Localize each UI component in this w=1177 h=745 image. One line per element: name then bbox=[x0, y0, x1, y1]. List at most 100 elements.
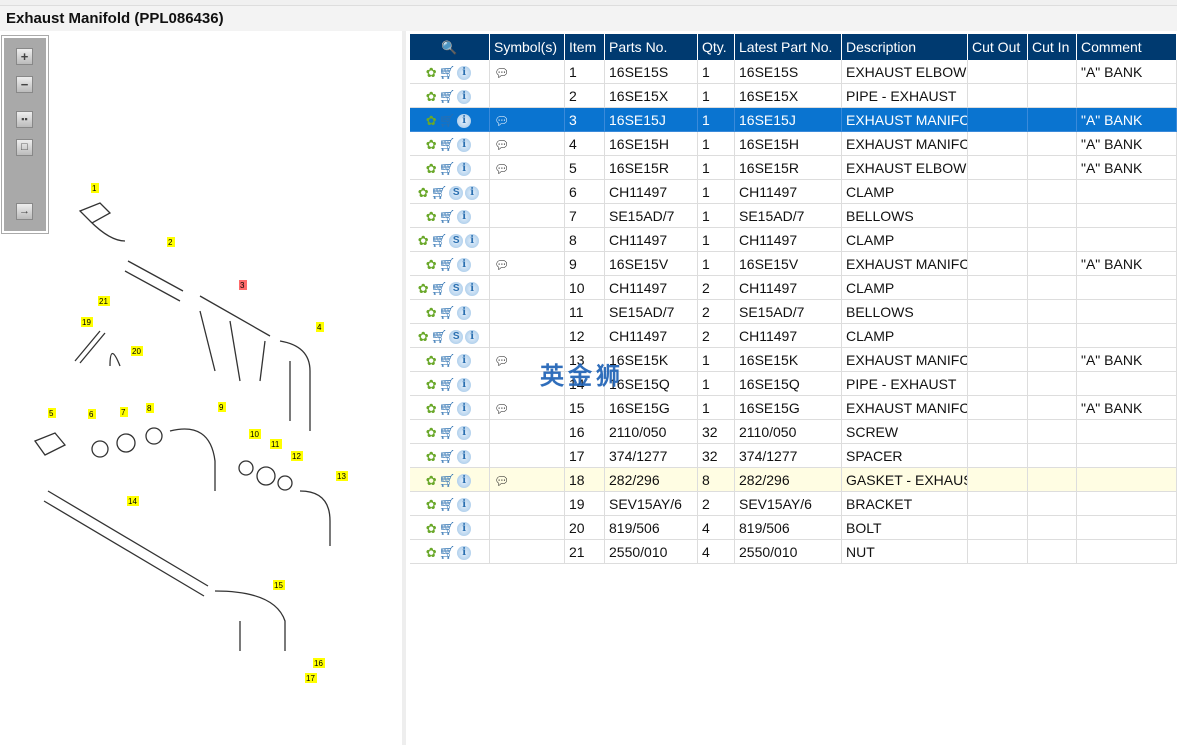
cart-icon[interactable]: 🛒︎ bbox=[439, 545, 456, 561]
s-icon[interactable]: S bbox=[449, 186, 464, 201]
callout[interactable]: 14 bbox=[127, 496, 139, 506]
info-icon[interactable]: i bbox=[457, 546, 472, 561]
table-row[interactable]: ✿ 🛒︎ i 💬︎ 15 16SE15G 1 16SE15G EXHAUST MAN… bbox=[410, 396, 1177, 420]
exploded-diagram[interactable]: 1 2 3 4 5 6 7 8 9 10 11 12 13 14 15 16 1… bbox=[0, 31, 404, 745]
info-icon[interactable]: i bbox=[457, 522, 472, 537]
table-row[interactable]: ✿ 🛒︎ Si 8 CH11497 1 CH11497 CLAMP bbox=[410, 228, 1177, 252]
gear-icon[interactable]: ✿ bbox=[418, 281, 429, 297]
s-icon[interactable]: S bbox=[449, 282, 464, 297]
info-icon[interactable]: i bbox=[457, 402, 472, 417]
callout[interactable]: 1 bbox=[91, 183, 99, 193]
table-row[interactable]: ✿ 🛒︎ Si 10 CH11497 2 CH11497 CLAMP bbox=[410, 276, 1177, 300]
table-row[interactable]: ✿ 🛒︎ i 💬︎ 13 16SE15K 1 16SE15K EXHAUST MAN… bbox=[410, 348, 1177, 372]
gear-icon[interactable]: ✿ bbox=[426, 137, 437, 153]
cart-icon[interactable]: 🛒︎ bbox=[439, 305, 456, 321]
column-header-item[interactable]: Item bbox=[565, 34, 605, 60]
callout[interactable]: 16 bbox=[313, 658, 325, 668]
cart-icon[interactable]: 🛒︎ bbox=[439, 113, 456, 129]
cart-icon[interactable]: 🛒︎ bbox=[439, 161, 456, 177]
gear-icon[interactable]: ✿ bbox=[426, 401, 437, 417]
info-icon[interactable]: i bbox=[465, 282, 480, 297]
cart-icon[interactable]: 🛒︎ bbox=[439, 89, 456, 105]
gear-icon[interactable]: ✿ bbox=[426, 545, 437, 561]
callout[interactable]: 2 bbox=[167, 237, 175, 247]
table-row[interactable]: ✿ 🛒︎ i 16 2110/050 32 2110/050 SCREW bbox=[410, 420, 1177, 444]
column-header-cut-out[interactable]: Cut Out bbox=[968, 34, 1028, 60]
info-icon[interactable]: i bbox=[457, 498, 472, 513]
s-icon[interactable]: S bbox=[449, 330, 464, 345]
gear-icon[interactable]: ✿ bbox=[426, 377, 437, 393]
cart-icon[interactable]: 🛒︎ bbox=[431, 233, 448, 249]
table-row[interactable]: ✿ 🛒︎ Si 6 CH11497 1 CH11497 CLAMP bbox=[410, 180, 1177, 204]
expand-panel-button[interactable]: → bbox=[16, 203, 33, 220]
cart-icon[interactable]: 🛒︎ bbox=[439, 209, 456, 225]
table-row[interactable]: ✿ 🛒︎ i 💬︎ 4 16SE15H 1 16SE15H EXHAUST MANI… bbox=[410, 132, 1177, 156]
callout[interactable]: 9 bbox=[218, 402, 226, 412]
table-row[interactable]: ✿ 🛒︎ i 💬︎ 9 16SE15V 1 16SE15V EXHAUST MANI… bbox=[410, 252, 1177, 276]
s-icon[interactable]: S bbox=[449, 234, 464, 249]
gear-icon[interactable]: ✿ bbox=[418, 185, 429, 201]
cart-icon[interactable]: 🛒︎ bbox=[431, 185, 448, 201]
gear-icon[interactable]: ✿ bbox=[418, 329, 429, 345]
cart-icon[interactable]: 🛒︎ bbox=[439, 521, 456, 537]
info-icon[interactable]: i bbox=[457, 426, 472, 441]
comment-alert-icon[interactable]: 💬︎ bbox=[494, 114, 509, 128]
comment-alert-icon[interactable]: 💬︎ bbox=[494, 354, 509, 368]
comment-alert-icon[interactable]: 💬︎ bbox=[494, 258, 509, 272]
gear-icon[interactable]: ✿ bbox=[426, 521, 437, 537]
info-icon[interactable]: i bbox=[457, 138, 472, 153]
gear-icon[interactable]: ✿ bbox=[426, 113, 437, 129]
table-row[interactable]: ✿ 🛒︎ i 💬︎ 1 16SE15S 1 16SE15S EXHAUST ELBO… bbox=[410, 60, 1177, 84]
table-row[interactable]: ✿ 🛒︎ i 14 16SE15Q 1 16SE15Q PIPE - EXHAUST bbox=[410, 372, 1177, 396]
cart-icon[interactable]: 🛒︎ bbox=[439, 353, 456, 369]
table-row[interactable]: ✿ 🛒︎ i 17 374/1277 32 374/1277 SPACER bbox=[410, 444, 1177, 468]
zoom-out-button[interactable]: − bbox=[16, 76, 33, 93]
search-icon[interactable]: 🔍 bbox=[441, 40, 457, 55]
info-icon[interactable]: i bbox=[457, 90, 472, 105]
info-icon[interactable]: i bbox=[457, 354, 472, 369]
callout-active[interactable]: 3 bbox=[239, 280, 247, 290]
callout[interactable]: 11 bbox=[270, 439, 282, 449]
gear-icon[interactable]: ✿ bbox=[426, 209, 437, 225]
column-header-description[interactable]: Description bbox=[842, 34, 968, 60]
cart-icon[interactable]: 🛒︎ bbox=[431, 329, 448, 345]
callout[interactable]: 17 bbox=[305, 673, 317, 683]
column-header-qty[interactable]: Qty. bbox=[698, 34, 735, 60]
table-row[interactable]: ✿ 🛒︎ i 💬︎ 3 16SE15J 1 16SE15J EXHAUST MANI… bbox=[410, 108, 1177, 132]
gear-icon[interactable]: ✿ bbox=[426, 89, 437, 105]
callout[interactable]: 4 bbox=[316, 322, 324, 332]
column-header-latest-part-no[interactable]: Latest Part No. bbox=[735, 34, 842, 60]
info-icon[interactable]: i bbox=[457, 258, 472, 273]
table-row[interactable]: ✿ 🛒︎ i 2 16SE15X 1 16SE15X PIPE - EXHAUST bbox=[410, 84, 1177, 108]
info-icon[interactable]: i bbox=[457, 306, 472, 321]
column-header-symbols[interactable]: Symbol(s) bbox=[490, 34, 565, 60]
info-icon[interactable]: i bbox=[465, 234, 480, 249]
info-icon[interactable]: i bbox=[457, 474, 472, 489]
info-icon[interactable]: i bbox=[457, 210, 472, 225]
cart-icon[interactable]: 🛒︎ bbox=[439, 257, 456, 273]
info-icon[interactable]: i bbox=[465, 330, 480, 345]
column-header-comment[interactable]: Comment bbox=[1077, 34, 1177, 60]
gear-icon[interactable]: ✿ bbox=[426, 425, 437, 441]
info-icon[interactable]: i bbox=[457, 114, 472, 129]
cart-icon[interactable]: 🛒︎ bbox=[439, 449, 456, 465]
info-icon[interactable]: i bbox=[457, 66, 472, 81]
comment-alert-icon[interactable]: 💬︎ bbox=[494, 66, 509, 80]
cart-icon[interactable]: 🛒︎ bbox=[439, 137, 456, 153]
table-row[interactable]: ✿ 🛒︎ i 21 2550/010 4 2550/010 NUT bbox=[410, 540, 1177, 564]
info-icon[interactable]: i bbox=[457, 450, 472, 465]
gear-icon[interactable]: ✿ bbox=[426, 353, 437, 369]
info-icon[interactable]: i bbox=[465, 186, 480, 201]
table-row[interactable]: ✿ 🛒︎ i 7 SE15AD/7 1 SE15AD/7 BELLOWS bbox=[410, 204, 1177, 228]
column-header-parts-no[interactable]: Parts No. bbox=[605, 34, 698, 60]
callout[interactable]: 8 bbox=[146, 403, 154, 413]
zoom-in-button[interactable]: + bbox=[16, 48, 33, 65]
cart-icon[interactable]: 🛒︎ bbox=[439, 377, 456, 393]
callout[interactable]: 5 bbox=[48, 408, 56, 418]
comment-alert-icon[interactable]: 💬︎ bbox=[494, 474, 509, 488]
comment-alert-icon[interactable]: 💬︎ bbox=[494, 162, 509, 176]
callout[interactable]: 19 bbox=[81, 317, 93, 327]
gear-icon[interactable]: ✿ bbox=[426, 257, 437, 273]
gear-icon[interactable]: ✿ bbox=[426, 473, 437, 489]
comment-alert-icon[interactable]: 💬︎ bbox=[494, 402, 509, 416]
